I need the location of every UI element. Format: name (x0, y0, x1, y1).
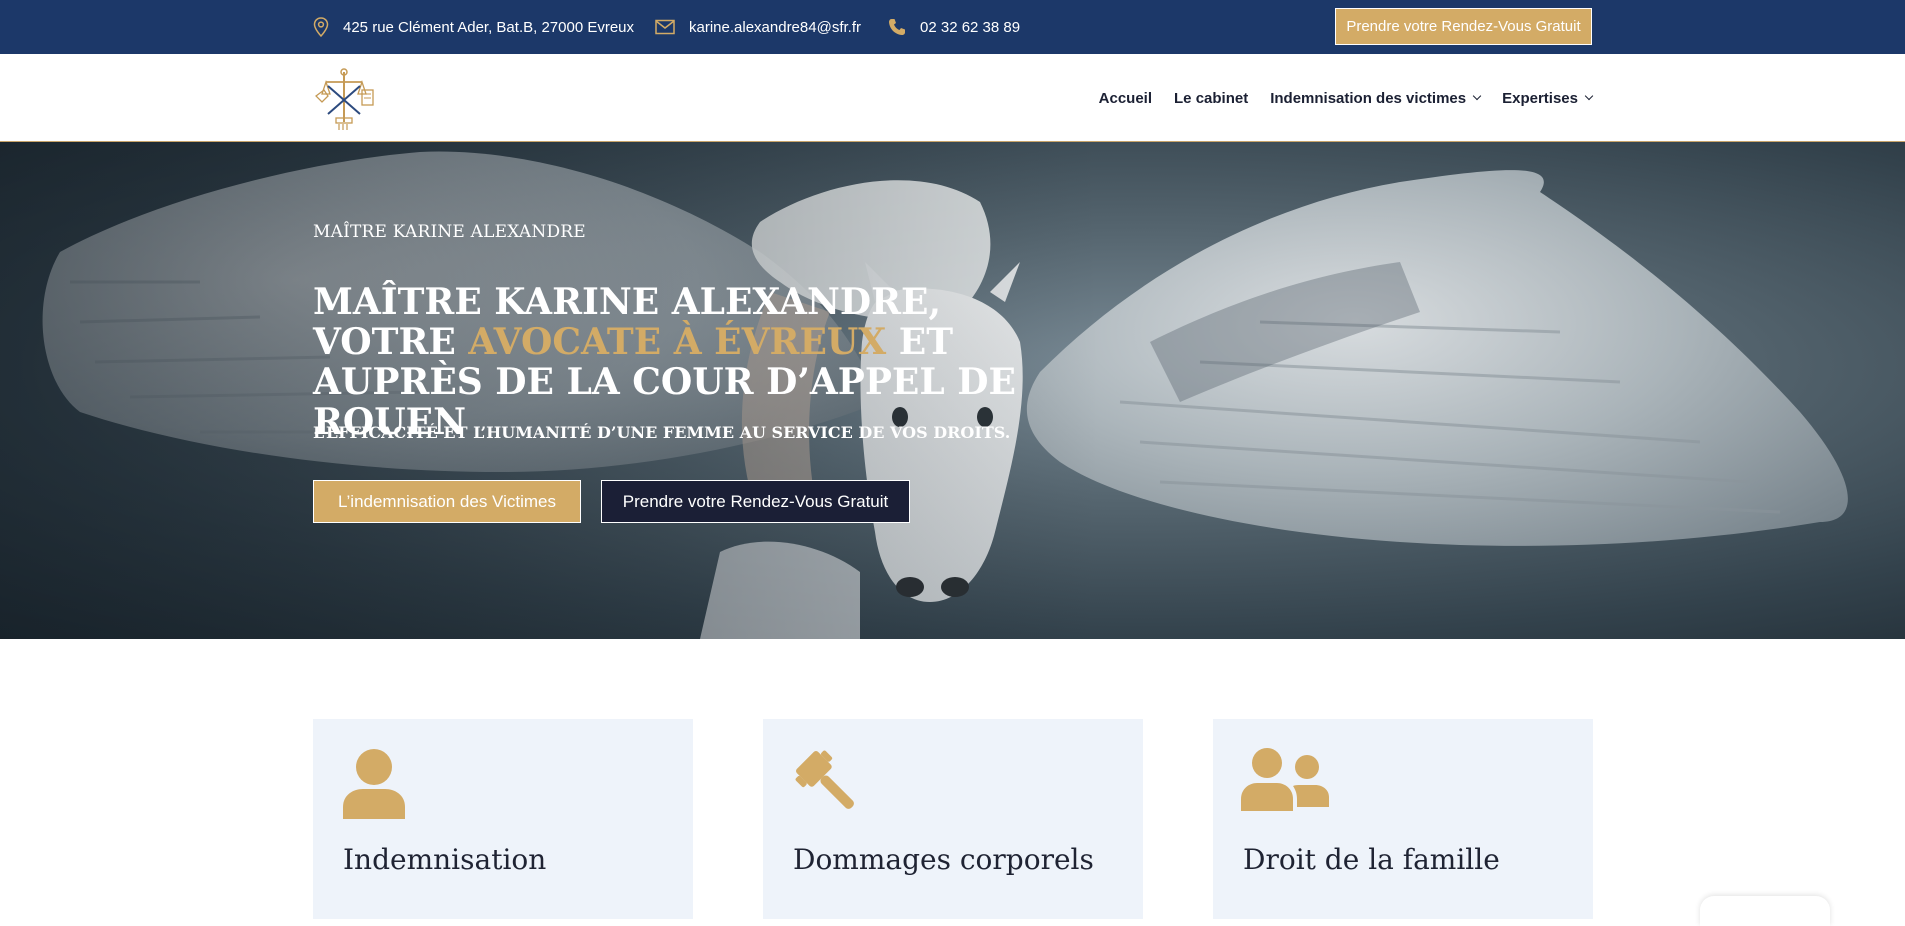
map-pin-icon (313, 17, 329, 37)
main-navigation: Accueil Le cabinet Indemnisation des vic… (1099, 54, 1594, 142)
phone-contact[interactable]: 02 32 62 38 89 (888, 0, 1020, 54)
address-contact: 425 rue Clément Ader, Bat.B, 27000 Evreu… (313, 0, 634, 54)
person-icon (343, 749, 405, 819)
hero-title-highlight: AVOCATE À ÉVREUX (468, 321, 887, 363)
address-text: 425 rue Clément Ader, Bat.B, 27000 Evreu… (343, 18, 635, 36)
nav-item-accueil[interactable]: Accueil (1099, 90, 1152, 107)
top-contact-bar: 425 rue Clément Ader, Bat.B, 27000 Evreu… (0, 0, 1905, 54)
scales-of-justice-logo-icon (315, 68, 374, 130)
users-icon (1241, 748, 1329, 811)
hero-banner: MAÎTRE KARINE ALEXANDRE MAÎTRE KARINE AL… (0, 142, 1905, 639)
chat-widget-tab[interactable] (1700, 896, 1830, 926)
gavel-icon (795, 750, 854, 809)
nav-item-label: Indemnisation des victimes (1270, 89, 1467, 107)
top-appointment-button[interactable]: Prendre votre Rendez-Vous Gratuit (1335, 8, 1592, 45)
nav-item-label: Expertises (1502, 89, 1578, 107)
phone-link[interactable]: 02 32 62 38 89 (920, 19, 1020, 36)
nav-item-le-cabinet[interactable]: Le cabinet (1174, 90, 1248, 107)
chevron-down-icon (1472, 91, 1482, 101)
victims-indemnification-button[interactable]: L’indemnisation des Victimes (313, 480, 581, 523)
service-card-title: Indemnisation (343, 843, 547, 876)
service-card-title: Droit de la famille (1243, 843, 1500, 876)
site-header: Accueil Le cabinet Indemnisation des vic… (0, 54, 1905, 142)
service-card-indemnisation[interactable]: Indemnisation (313, 719, 693, 919)
phone-icon (889, 19, 905, 35)
nav-item-label: Accueil (1098, 89, 1153, 107)
envelope-icon (655, 19, 675, 35)
email-contact[interactable]: karine.alexandre84@sfr.fr (655, 0, 861, 54)
hero-title: MAÎTRE KARINE ALEXANDRE, VOTRE AVOCATE À… (313, 282, 1073, 442)
nav-item-label: Le cabinet (1174, 89, 1249, 107)
service-card-title: Dommages corporels (793, 843, 1094, 876)
service-card-droit-famille[interactable]: Droit de la famille (1213, 719, 1593, 919)
email-link[interactable]: karine.alexandre84@sfr.fr (689, 19, 861, 36)
hero-subtitle: L’EFFICACITÉ ET L’HUMANITÉ D’UNE FEMME A… (313, 423, 1011, 442)
hero-appointment-button[interactable]: Prendre votre Rendez-Vous Gratuit (601, 480, 910, 523)
service-card-dommages-corporels[interactable]: Dommages corporels (763, 719, 1143, 919)
hero-eyebrow: MAÎTRE KARINE ALEXANDRE (313, 222, 586, 242)
nav-item-indemnisation[interactable]: Indemnisation des victimes (1270, 89, 1482, 107)
chevron-down-icon (1584, 91, 1594, 101)
site-logo[interactable] (312, 64, 376, 132)
nav-item-expertises[interactable]: Expertises (1502, 89, 1594, 107)
